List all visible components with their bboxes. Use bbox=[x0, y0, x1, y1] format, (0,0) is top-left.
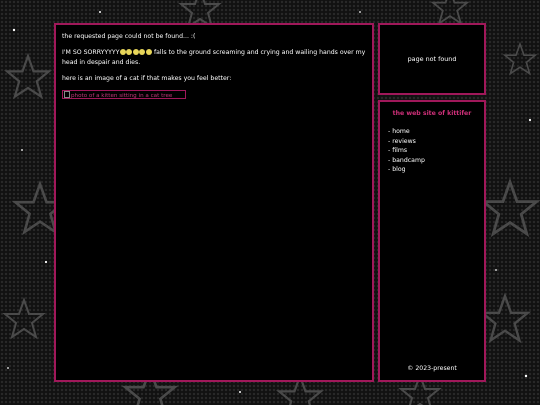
apology-message: I'M SO SORRYYYYY falls to the ground scr… bbox=[62, 48, 366, 68]
nav-item-reviews[interactable]: - reviews bbox=[388, 137, 478, 147]
crying-face-icon bbox=[139, 49, 145, 55]
crying-face-icon bbox=[126, 49, 132, 55]
star-icon bbox=[5, 54, 51, 98]
star-icon bbox=[481, 180, 538, 236]
copyright-footer: © 2023-present bbox=[407, 365, 457, 372]
crying-face-icon bbox=[132, 49, 139, 55]
star-icon bbox=[481, 294, 529, 342]
cat-image[interactable]: photo of a kitten sitting in a cat tree bbox=[62, 90, 186, 99]
nav-list: - home - reviews - films - bandcamp - bl… bbox=[386, 127, 478, 175]
not-found-message: the requested page could not be found...… bbox=[62, 33, 196, 40]
site-title[interactable]: the web site of kittifer bbox=[386, 110, 478, 117]
nav-item-blog[interactable]: - blog bbox=[388, 165, 478, 175]
star-icon bbox=[4, 299, 44, 338]
star-icon bbox=[431, 0, 469, 25]
cat-intro-message: here is an image of a cat if that makes … bbox=[62, 75, 232, 82]
nav-panel: the web site of kittifer - home - review… bbox=[378, 100, 486, 382]
cat-image-alt: photo of a kitten sitting in a cat tree bbox=[71, 93, 173, 99]
status-panel: page not found bbox=[378, 23, 486, 95]
nav-item-films[interactable]: - films bbox=[388, 146, 478, 156]
nav-item-bandcamp[interactable]: - bandcamp bbox=[388, 156, 478, 166]
star-icon bbox=[503, 43, 537, 75]
main-content-panel: the requested page could not be found...… bbox=[54, 23, 374, 382]
nav-item-home[interactable]: - home bbox=[388, 127, 478, 137]
apology-prefix: I'M SO SORRYYYYY bbox=[62, 49, 120, 56]
crying-face-icon bbox=[119, 49, 126, 55]
page-not-found-label: page not found bbox=[407, 55, 457, 63]
broken-image-icon bbox=[64, 91, 70, 98]
crying-face-icon bbox=[145, 49, 152, 55]
